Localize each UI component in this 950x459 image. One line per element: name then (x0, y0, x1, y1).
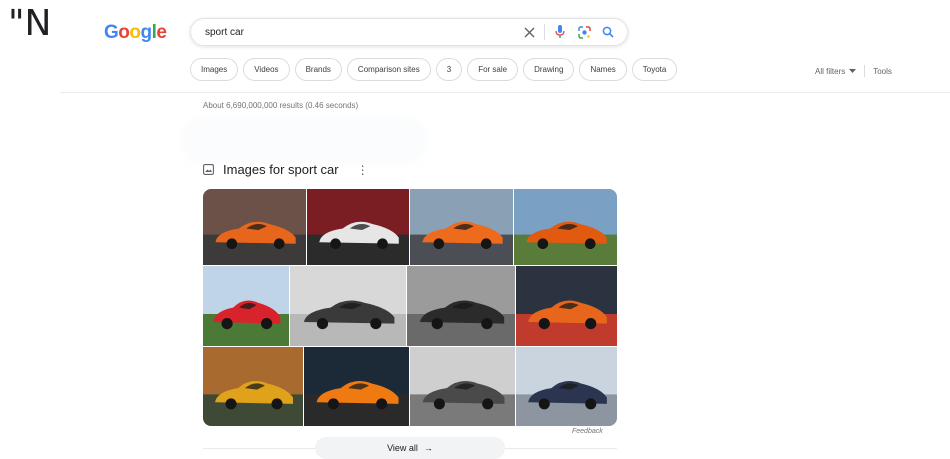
image-result-thumbnail[interactable] (516, 347, 617, 426)
all-filters-label: All filters (815, 66, 846, 76)
stray-text: "N (8, 3, 52, 44)
tools-divider (864, 65, 866, 77)
logo-letter: o (118, 22, 130, 43)
feedback-link[interactable]: Feedback (572, 428, 603, 435)
search-box[interactable]: sport car (190, 18, 628, 46)
image-result-thumbnail[interactable] (407, 266, 515, 346)
chip-names[interactable]: Names (579, 58, 627, 81)
images-section-title: Images for sport car (223, 162, 339, 177)
search-icon[interactable] (599, 23, 617, 41)
image-result-thumbnail[interactable] (307, 189, 409, 265)
search-tools-bar: All filters Tools (815, 65, 892, 77)
image-result-thumbnail[interactable] (410, 189, 513, 265)
logo-letter: e (156, 22, 167, 43)
chip-videos[interactable]: Videos (243, 58, 290, 81)
voice-search-icon[interactable] (551, 23, 569, 41)
image-result-thumbnail[interactable] (304, 347, 409, 426)
image-result-thumbnail[interactable] (514, 189, 617, 265)
chip-drawing[interactable]: Drawing (523, 58, 575, 81)
search-input[interactable]: sport car (205, 27, 514, 38)
chip-3[interactable]: 3 (435, 58, 463, 81)
google-logo[interactable]: Google (104, 22, 167, 44)
images-section-heading: Images for sport car ⋮ (203, 162, 369, 177)
result-stats: About 6,690,000,000 results (0.46 second… (203, 101, 359, 110)
chip-comparison-sites[interactable]: Comparison sites (346, 58, 431, 81)
search-divider (544, 24, 545, 40)
chip-images[interactable]: Images (190, 58, 239, 81)
logo-letter: o (129, 22, 141, 43)
image-result-thumbnail[interactable] (410, 347, 515, 426)
view-all-button[interactable]: View all → (315, 437, 505, 459)
chip-toyota[interactable]: Toyota (631, 58, 678, 81)
image-result-thumbnail[interactable] (203, 347, 303, 426)
chip-brands[interactable]: Brands (294, 58, 342, 81)
header-divider (60, 92, 950, 93)
logo-letter: G (104, 22, 119, 43)
filter-chips: Images Videos Brands Comparison sites 3 … (190, 58, 678, 81)
image-grid (203, 189, 617, 426)
image-result-thumbnail[interactable] (516, 266, 617, 346)
chevron-down-icon (849, 68, 857, 73)
image-icon (203, 164, 214, 175)
all-filters-button[interactable]: All filters (815, 66, 857, 76)
clear-icon[interactable] (520, 23, 538, 41)
chip-for-sale[interactable]: For sale (467, 58, 519, 81)
image-result-thumbnail[interactable] (203, 189, 306, 265)
lens-icon[interactable] (575, 23, 593, 41)
tools-button[interactable]: Tools (873, 67, 892, 76)
image-result-thumbnail[interactable] (203, 266, 289, 346)
blurred-region (182, 117, 427, 165)
logo-letter: g (140, 22, 153, 43)
more-options-icon[interactable]: ⋮ (357, 163, 369, 177)
image-result-thumbnail[interactable] (290, 266, 406, 346)
